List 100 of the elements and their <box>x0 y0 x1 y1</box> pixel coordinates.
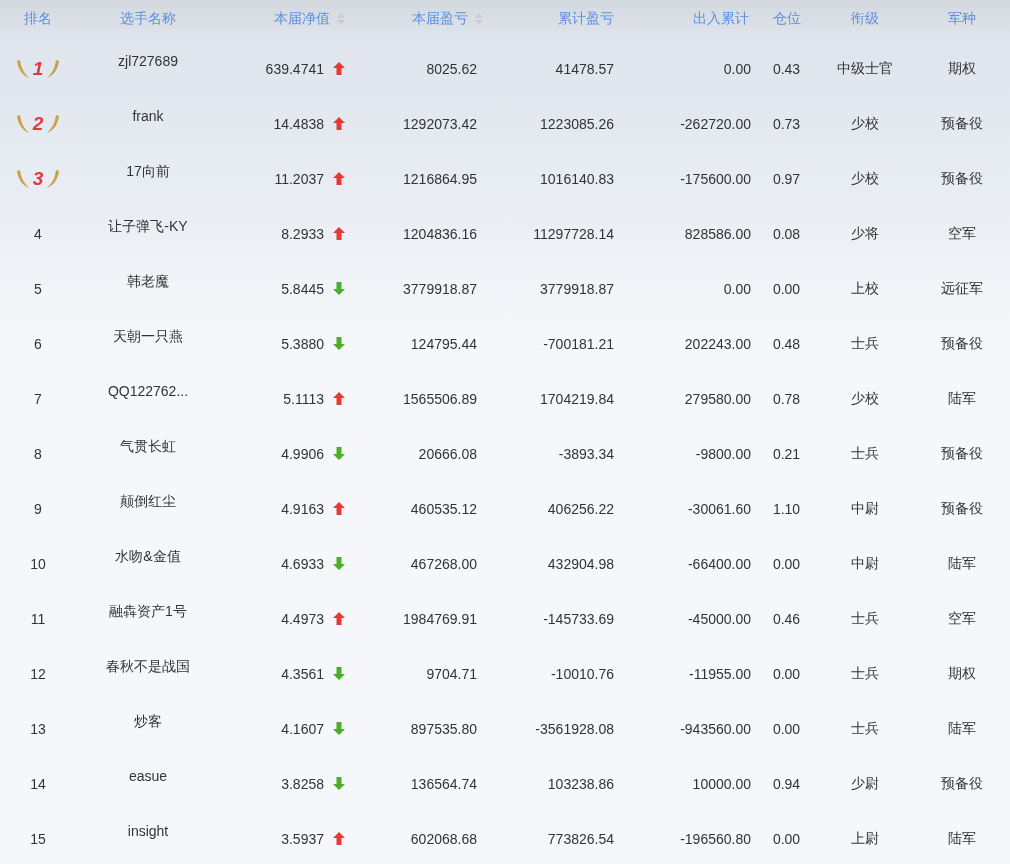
table-cell: 41478.57 <box>555 60 614 77</box>
table-cell: 602068.68 <box>410 830 477 847</box>
table-cell: 1704219.84 <box>540 390 614 407</box>
table-cell: 少校 <box>851 169 879 188</box>
player-name[interactable]: 颠倒红尘 <box>120 493 176 511</box>
table-cell: 士兵 <box>851 444 879 463</box>
column-header: 仓位 <box>772 10 801 28</box>
table-cell: -700181.21 <box>543 335 614 352</box>
player-name[interactable]: 韩老魔 <box>127 273 169 291</box>
table-cell: 预备役 <box>941 114 983 133</box>
table-cell: -175600.00 <box>680 170 751 187</box>
player-name[interactable]: 让子弹飞-KY <box>108 218 188 236</box>
net-value: 4.9163 <box>281 500 324 517</box>
player-name[interactable]: 炒客 <box>134 713 162 731</box>
table-cell: 8025.62 <box>426 60 477 77</box>
table-cell: 124795.44 <box>410 335 477 352</box>
net-value: 3.5937 <box>281 830 324 847</box>
table-cell: 0.94 <box>772 775 801 792</box>
table-cell: -943560.00 <box>680 720 751 737</box>
table-cell: 103238.86 <box>547 775 614 792</box>
table-cell: 预备役 <box>941 499 983 518</box>
laurel-icon <box>46 113 61 134</box>
column-header: 排名 <box>24 10 52 28</box>
rank-number: 13 <box>30 720 46 737</box>
table-cell: 202243.00 <box>684 335 751 352</box>
table-cell: 1216864.95 <box>403 170 477 187</box>
table-cell: 少校 <box>851 389 879 408</box>
net-value: 5.3880 <box>281 335 324 352</box>
net-value: 4.6933 <box>281 555 324 572</box>
player-name[interactable]: frank <box>132 108 164 124</box>
table-cell: 预备役 <box>941 774 983 793</box>
net-value: 5.8445 <box>281 280 324 297</box>
net-value: 639.4741 <box>265 60 324 77</box>
table-cell: 1565506.89 <box>403 390 477 407</box>
rank-number: 5 <box>34 280 42 297</box>
rank-number: 14 <box>30 775 46 792</box>
table-cell: 432904.98 <box>547 555 614 572</box>
table-cell: 1292073.42 <box>403 115 477 132</box>
table-cell: 中尉 <box>851 554 879 573</box>
rank-number: 12 <box>30 665 46 682</box>
table-cell: 少尉 <box>851 774 879 793</box>
table-cell: 0.00 <box>772 720 801 737</box>
column-header: 出入累计 <box>693 10 749 28</box>
table-cell: 上尉 <box>851 829 879 848</box>
table-cell: 期权 <box>948 59 976 78</box>
table-cell: 0.00 <box>772 280 801 297</box>
player-name[interactable]: insight <box>127 823 169 839</box>
table-cell: 406256.22 <box>547 500 614 517</box>
table-cell: 0.08 <box>772 225 801 242</box>
rank-number: 4 <box>34 225 42 242</box>
table-cell: -145733.69 <box>543 610 614 627</box>
player-name[interactable]: 17向前 <box>126 163 170 181</box>
table-cell: 空军 <box>948 224 976 243</box>
player-name[interactable]: easue <box>128 768 168 784</box>
player-name[interactable]: QQ122762... <box>107 383 189 399</box>
table-cell: 1.10 <box>772 500 801 517</box>
table-cell: 467268.00 <box>410 555 477 572</box>
table-cell: 0.21 <box>772 445 801 462</box>
rank-number: 7 <box>34 390 42 407</box>
table-cell: 10000.00 <box>692 775 751 792</box>
column-header: 累计盈亏 <box>558 10 614 28</box>
table-cell: 279580.00 <box>684 390 751 407</box>
table-cell: 828586.00 <box>684 225 751 242</box>
table-cell: -66400.00 <box>687 555 751 572</box>
table-cell: 0.00 <box>772 665 801 682</box>
player-name[interactable]: 春秋不是战国 <box>106 658 190 676</box>
laurel-icon <box>15 113 30 134</box>
net-value: 14.4838 <box>273 115 324 132</box>
table-cell: 少将 <box>851 224 879 243</box>
table-cell: 期权 <box>948 664 976 683</box>
rank-number: 11 <box>30 610 46 627</box>
table-cell: 0.78 <box>772 390 801 407</box>
net-value: 8.2933 <box>281 225 324 242</box>
rank-number: 1 <box>32 57 44 80</box>
table-cell: 预备役 <box>941 334 983 353</box>
table-cell: 897535.80 <box>410 720 477 737</box>
table-cell: 0.73 <box>772 115 801 132</box>
table-cell: 中级士官 <box>837 59 893 78</box>
table-cell: 136564.74 <box>410 775 477 792</box>
table-cell: 773826.54 <box>547 830 614 847</box>
table-cell: 0.00 <box>772 830 801 847</box>
rank-number: 6 <box>34 335 42 352</box>
column-header: 选手名称 <box>120 10 176 28</box>
table-cell: -11955.00 <box>689 665 751 682</box>
player-name[interactable]: 融犇资产1号 <box>109 603 187 621</box>
net-value: 4.9906 <box>281 445 324 462</box>
table-cell: 1204836.16 <box>403 225 477 242</box>
laurel-icon <box>15 168 30 189</box>
net-value: 5.1113 <box>283 390 324 407</box>
table-cell: 0.48 <box>772 335 801 352</box>
table-cell: 士兵 <box>851 609 879 628</box>
column-header: 军种 <box>948 10 976 28</box>
player-name[interactable]: 天朝一只燕 <box>113 328 183 346</box>
player-name[interactable]: 水吻&金值 <box>115 548 181 566</box>
player-name[interactable]: zjl727689 <box>118 53 178 69</box>
table-cell: -196560.80 <box>680 830 751 847</box>
table-cell: 士兵 <box>851 664 879 683</box>
table-cell: 1984769.91 <box>403 610 477 627</box>
player-name[interactable]: 气贯长虹 <box>120 438 176 456</box>
table-cell: 20666.08 <box>418 445 477 462</box>
